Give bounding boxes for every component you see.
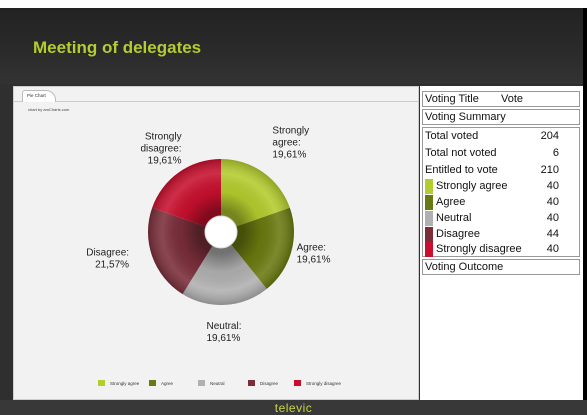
color-swatch — [425, 242, 433, 257]
color-swatch — [425, 211, 433, 226]
stat-value: 204 — [540, 130, 559, 142]
stat-row-total-voted: Total voted 204 — [423, 129, 579, 145]
vote-value: 40 — [546, 180, 559, 192]
televic-logo: televic — [274, 401, 313, 415]
stat-row-total-not-voted: Total not voted 6 — [423, 146, 579, 162]
legend-item-strongly-disagree[interactable]: Strongly disagree — [294, 380, 342, 386]
vote-label: Strongly disagree — [436, 243, 522, 255]
vote-label: Neutral — [436, 212, 472, 224]
stat-value: 210 — [540, 164, 559, 176]
vote-row-strongly-disagree: Strongly disagree 40 — [423, 242, 579, 258]
legend-swatch — [248, 380, 255, 386]
legend-item-agree[interactable]: Agree — [149, 380, 174, 386]
legend-item-strongly-agree[interactable]: Strongly agree — [98, 380, 140, 386]
color-swatch — [425, 195, 433, 210]
legend-label: Agree — [161, 381, 174, 386]
top-strip — [0, 0, 587, 8]
legend-swatch — [98, 380, 105, 386]
voting-outcome-header: Voting Outcome — [422, 259, 580, 275]
stat-label: Total voted — [425, 130, 479, 142]
pie-hole — [204, 215, 238, 249]
legend-swatch — [149, 380, 156, 386]
legend-label: Neutral — [210, 381, 225, 386]
voting-title-box: Voting Title Vote — [422, 91, 580, 107]
vote-value: 40 — [546, 243, 559, 255]
slice-label-strongly-disagree: Strongly disagree: 19,61% — [140, 131, 181, 166]
voting-summary-header: Voting Summary — [422, 109, 580, 125]
legend-item-disagree[interactable]: Disagree — [248, 380, 279, 386]
voting-title-label: Voting Title — [425, 93, 479, 105]
voting-panel: Voting Title Vote Voting Summary Total vo… — [420, 86, 583, 400]
stat-row-entitled-to-vote: Entitled to vote 210 — [423, 163, 579, 179]
vote-label: Disagree — [436, 228, 481, 240]
vote-row-disagree: Disagree 44 — [423, 227, 579, 243]
legend-swatch — [198, 380, 205, 386]
vote-label: Agree — [436, 196, 466, 208]
vote-value: 44 — [546, 228, 559, 240]
color-swatch — [425, 179, 433, 194]
chart-panel: Pie Chart chart by amCharts.com Strongly… — [13, 86, 419, 400]
vote-label: Strongly agree — [436, 180, 508, 192]
slice-label-agree: Agree: 19,61% — [297, 242, 331, 265]
vote-row-strongly-agree: Strongly agree 40 — [423, 179, 579, 195]
slice-label-strongly-agree: Strongly agree: 19,61% — [272, 125, 309, 160]
stat-label: Entitled to vote — [425, 164, 498, 176]
legend-label: Strongly agree — [110, 381, 140, 386]
vote-row-agree: Agree 40 — [423, 195, 579, 211]
voting-stats-box: Total voted 204 Total not voted 6 Entitl… — [422, 127, 580, 257]
color-swatch — [425, 227, 433, 242]
stat-label: Total not voted — [425, 147, 497, 159]
stat-value: 6 — [552, 147, 559, 159]
vote-value: 40 — [546, 212, 559, 224]
legend-item-neutral[interactable]: Neutral — [198, 380, 225, 386]
right-edge — [583, 8, 587, 415]
slice-label-neutral: Neutral: 19,61% — [206, 321, 241, 344]
app-title: Meeting of delegates — [33, 38, 202, 57]
vote-value: 40 — [546, 196, 559, 208]
voting-title-value: Vote — [501, 93, 524, 105]
vote-row-neutral: Neutral 40 — [423, 211, 579, 227]
app-header: Meeting of delegates — [0, 8, 587, 84]
slice-label-disagree: Disagree: 21,57% — [86, 248, 129, 271]
legend-label: Strongly disagree — [306, 381, 342, 386]
pie-chart: Strongly agree: 19,61% Agree: 19,61% Neutral:… — [86, 125, 342, 386]
legend-swatch — [294, 380, 301, 386]
legend-label: Disagree — [260, 381, 279, 386]
